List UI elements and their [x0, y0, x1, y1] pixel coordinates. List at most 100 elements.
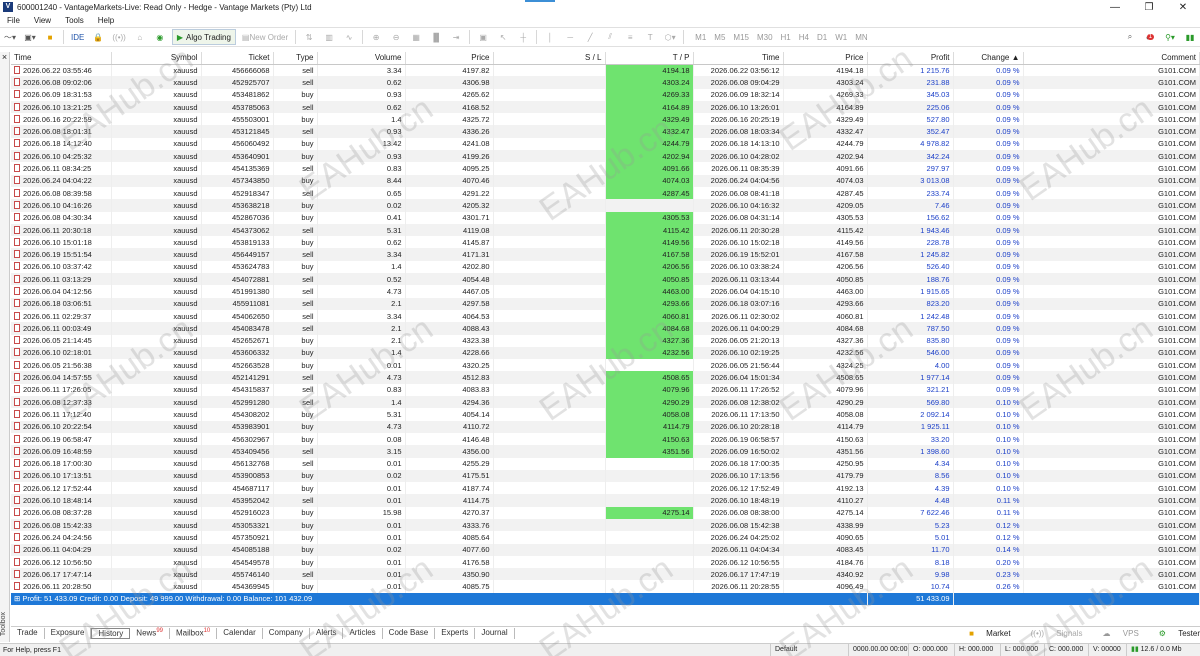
shapes-icon[interactable]: ⬡▾ [662, 29, 678, 45]
tab-code-base[interactable]: Code Base [383, 627, 436, 639]
table-row[interactable]: 2026.06.12 10:56:50 xauusd 454549578 buy 0.0… [11, 555, 1200, 569]
table-row[interactable]: 2026.06.10 18:48:14 xauusd 453952042 sell 0.… [11, 494, 1200, 507]
table-row[interactable]: 2026.06.18 03:06:51 xauusd 455911081 sell 2.… [11, 297, 1200, 310]
table-row[interactable]: 2026.06.08 12:37:33 xauusd 452991280 sell 1.… [11, 396, 1200, 409]
col-price[interactable]: Price [405, 52, 494, 65]
table-row[interactable]: 2026.06.10 04:16:26 xauusd 453638218 buy 0.0… [11, 199, 1200, 212]
tf-m15[interactable]: M15 [733, 33, 749, 42]
table-row[interactable]: 2026.06.10 20:22:54 xauusd 453983901 buy 4.7… [11, 420, 1200, 433]
table-row[interactable]: 2026.06.05 21:56:38 xauusd 452663528 buy 0.0… [11, 359, 1200, 372]
table-row[interactable]: 2026.06.18 14:12:40 xauusd 456060492 buy 13.… [11, 137, 1200, 151]
account-icon[interactable]: ⚲▾ [1162, 29, 1178, 45]
table-row[interactable]: 2026.06.08 08:37:28 xauusd 452916023 buy 15.… [11, 506, 1200, 519]
search-icon[interactable]: ⌕ [1122, 29, 1138, 45]
tab-company[interactable]: Company [263, 627, 310, 639]
table-row[interactable]: 2026.06.22 03:55:46 xauusd 456666068 sell 3.… [11, 64, 1200, 77]
shift-icon[interactable]: ⇥ [448, 29, 464, 45]
close-toolbox-icon[interactable]: × [0, 52, 9, 62]
table-row[interactable]: 2026.06.08 15:42:33 xauusd 453053321 buy 0.0… [11, 518, 1200, 532]
table-row[interactable]: 2026.06.19 15:51:54 xauusd 456449157 sell 3.… [11, 248, 1200, 261]
chart-type-icon[interactable]: 〜▾ [2, 29, 18, 45]
col-profit[interactable]: Profit [867, 52, 954, 65]
tf-m30[interactable]: M30 [757, 33, 773, 42]
hline-icon[interactable]: ─ [562, 29, 578, 45]
profiles-icon[interactable]: ■ [42, 29, 58, 45]
col-comment[interactable]: Comment [1023, 52, 1200, 65]
tab-news[interactable]: News99 [130, 627, 170, 639]
tf-h4[interactable]: H4 [799, 33, 809, 42]
cursor-icon[interactable]: ↖ [495, 29, 511, 45]
menu-help[interactable]: Help [91, 16, 121, 25]
tf-w1[interactable]: W1 [835, 33, 847, 42]
table-row[interactable]: 2026.06.11 03:13:29 xauusd 454072881 sell 0.… [11, 273, 1200, 286]
table-row[interactable]: 2026.06.11 00:03:49 xauusd 454083478 sell 2.… [11, 322, 1200, 335]
col-close-time[interactable]: Time [693, 52, 784, 65]
table-row[interactable]: 2026.06.10 13:21:25 xauusd 453785063 sell 0.… [11, 100, 1200, 114]
market-icon[interactable]: ⌂ [132, 29, 148, 45]
table-row[interactable]: 2026.06.10 02:18:01 xauusd 453606332 buy 1.4… [11, 346, 1200, 360]
table-row[interactable]: 2026.06.24 04:04:22 xauusd 457343850 buy 8.4… [11, 174, 1200, 187]
table-row[interactable]: 2026.06.04 04:12:56 xauusd 451991380 sell 4.… [11, 285, 1200, 298]
menu-tools[interactable]: Tools [58, 16, 91, 25]
channel-icon[interactable]: ⫽ [602, 29, 618, 45]
tf-d1[interactable]: D1 [817, 33, 827, 42]
col-time[interactable]: Time [11, 52, 112, 65]
algo-trading-button[interactable]: ▶ Algo Trading [171, 29, 236, 45]
table-row[interactable]: 2026.06.10 17:13:51 xauusd 453900853 buy 0.0… [11, 469, 1200, 483]
status-profile[interactable]: Default [770, 644, 848, 656]
table-row[interactable]: 2026.06.16 20:22:59 xauusd 455503001 buy 1.4… [11, 113, 1200, 126]
table-row[interactable]: 2026.06.11 20:30:18 xauusd 454373062 sell 5.… [11, 223, 1200, 237]
line-icon[interactable]: ∿ [341, 29, 357, 45]
table-row[interactable]: 2026.06.08 18:01:31 xauusd 453121845 sell 0.… [11, 125, 1200, 138]
table-row[interactable]: 2026.06.17 17:47:14 xauusd 455746140 sell 0.… [11, 568, 1200, 581]
tester-link[interactable]: ⚙ Tester [1149, 629, 1200, 638]
col-close-price[interactable]: Price [783, 52, 868, 65]
col-volume[interactable]: Volume [317, 52, 406, 65]
col-type[interactable]: Type [273, 52, 318, 65]
table-row[interactable]: 2026.06.11 20:28:50 xauusd 454369945 buy 0.0… [11, 580, 1200, 593]
tab-journal[interactable]: Journal [475, 627, 515, 639]
tab-experts[interactable]: Experts [435, 627, 476, 639]
col-symbol[interactable]: Symbol [111, 52, 202, 65]
table-row[interactable]: 2026.06.11 17:12:40 xauusd 454308202 buy 5.3… [11, 408, 1200, 421]
table-row[interactable]: 2026.06.10 15:01:18 xauusd 453819133 buy 0.6… [11, 236, 1200, 249]
crosshair-icon[interactable]: ┼ [515, 29, 531, 45]
close-icon[interactable]: ✕ [1166, 2, 1200, 13]
menu-view[interactable]: View [27, 16, 58, 25]
menu-file[interactable]: File [0, 16, 27, 25]
new-order-button[interactable]: ▤ New Order [240, 29, 290, 45]
table-row[interactable]: 2026.06.04 14:57:55 xauusd 452141291 sell 4.… [11, 371, 1200, 384]
table-row[interactable]: 2026.06.11 08:34:25 xauusd 454135369 sell 0.… [11, 162, 1200, 175]
table-row[interactable]: 2026.06.09 18:31:53 xauusd 453481862 buy 0.9… [11, 88, 1200, 101]
lock-icon[interactable]: 🔒 [90, 29, 106, 45]
tf-mn[interactable]: MN [855, 33, 867, 42]
table-row[interactable]: 2026.06.18 17:00:30 xauusd 456132768 sell 0.… [11, 457, 1200, 470]
zoom-in-icon[interactable]: ⊕ [368, 29, 384, 45]
vline-icon[interactable]: │ [542, 29, 558, 45]
table-row[interactable]: 2026.06.08 09:02:06 xauusd 452925707 sell 0.… [11, 76, 1200, 89]
vps-icon[interactable]: ◉ [152, 29, 168, 45]
history-table-container[interactable]: Time Symbol Ticket Type Volume Price S /… [11, 52, 1200, 617]
table-row[interactable]: 2026.06.11 04:04:29 xauusd 454085188 buy 0.0… [11, 543, 1200, 556]
table-row[interactable]: 2026.06.11 02:29:37 xauusd 454062650 sell 3.… [11, 309, 1200, 323]
tf-m1[interactable]: M1 [695, 33, 706, 42]
fibo-icon[interactable]: ≡ [622, 29, 638, 45]
table-row[interactable]: 2026.06.09 16:48:59 xauusd 453409456 sell 3.… [11, 445, 1200, 458]
trendline-icon[interactable]: ╱ [582, 29, 598, 45]
tf-m5[interactable]: M5 [714, 33, 725, 42]
table-row[interactable]: 2026.06.10 03:37:42 xauusd 453624783 buy 1.4… [11, 260, 1200, 274]
screenshot-icon[interactable]: ▣ [475, 29, 491, 45]
signal-icon[interactable]: ((•)) [110, 29, 127, 45]
minimize-icon[interactable]: — [1098, 2, 1132, 13]
table-row[interactable]: 2026.06.19 06:58:47 xauusd 456302967 buy 0.0… [11, 432, 1200, 446]
table-row[interactable]: 2026.06.24 04:24:56 xauusd 457350921 buy 0.0… [11, 531, 1200, 544]
tab-exposure[interactable]: Exposure [45, 627, 92, 639]
vps-link[interactable]: ☁ VPS [1093, 629, 1139, 638]
bars-icon[interactable]: ▥ [321, 29, 337, 45]
market-link[interactable]: ■ Market [959, 629, 1011, 638]
table-row[interactable]: 2026.06.11 17:26:05 xauusd 454315837 sell 0.… [11, 383, 1200, 397]
table-row[interactable]: 2026.06.12 17:52:44 xauusd 454687117 buy 0.0… [11, 482, 1200, 495]
col-sl[interactable]: S / L [493, 52, 606, 65]
table-row[interactable]: 2026.06.08 08:39:58 xauusd 452918347 sell 0.… [11, 186, 1200, 200]
table-row[interactable]: 2026.06.05 21:14:45 xauusd 452652671 buy 2.1… [11, 334, 1200, 347]
